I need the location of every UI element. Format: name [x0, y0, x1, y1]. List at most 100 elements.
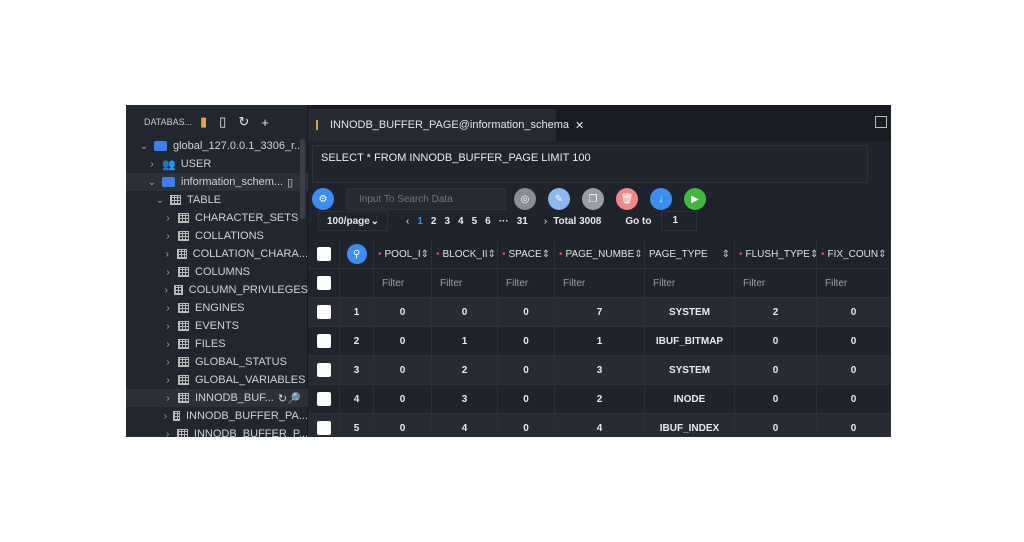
column-header[interactable]: • FIX_COUN ⇕ [817, 240, 891, 268]
chevron-down-icon[interactable]: ⌄ [138, 141, 150, 152]
table-node[interactable]: › EVENTS [126, 317, 308, 335]
row-checkbox[interactable] [316, 421, 331, 435]
chevron-right-icon[interactable]: › [162, 375, 174, 386]
table-node[interactable]: › CHARACTER_SETS [126, 209, 308, 227]
page-6[interactable]: 6 [485, 216, 491, 227]
page-4[interactable]: 4 [458, 216, 464, 227]
sort-icon[interactable]: ⇕ [878, 249, 886, 260]
sql-editor[interactable]: SELECT * FROM INNODB_BUFFER_PAGE LIMIT 1… [312, 145, 868, 183]
chevron-down-icon[interactable]: ⌄ [146, 177, 158, 188]
select-all-checkbox[interactable] [316, 247, 331, 261]
page-size-select[interactable]: 100/page ⌄ [318, 211, 388, 231]
new-query-icon[interactable]: ▮ [200, 114, 207, 130]
prev-page-button[interactable]: ‹ [406, 216, 409, 227]
chevron-right-icon[interactable]: › [162, 411, 169, 422]
page-3[interactable]: 3 [444, 216, 450, 227]
chevron-right-icon[interactable]: › [162, 339, 174, 350]
filter-input[interactable]: Filter [498, 269, 555, 297]
add-icon[interactable]: + [261, 115, 269, 130]
run-button[interactable]: ▶ [684, 188, 706, 210]
row-checkbox[interactable] [316, 334, 331, 348]
chevron-right-icon[interactable]: › [162, 285, 170, 296]
filter-input[interactable]: Filter [645, 269, 735, 297]
chevron-right-icon[interactable]: › [162, 267, 174, 278]
column-header[interactable]: • BLOCK_II ⇕ [432, 240, 498, 268]
table-node[interactable]: › INNODB_BUFFER_PA... [126, 407, 308, 425]
sort-icon[interactable]: ⇕ [810, 249, 816, 260]
page-2[interactable]: 2 [431, 216, 437, 227]
row-checkbox[interactable] [316, 392, 331, 406]
page-1[interactable]: 1 [417, 216, 423, 227]
page-31[interactable]: 31 [517, 216, 528, 227]
filter-input[interactable]: Filter [374, 269, 432, 297]
table-node[interactable]: › INNODB_BUFFER_P... [126, 425, 308, 437]
table-row[interactable]: 5 0 4 0 4 IBUF_INDEX 0 0 [308, 414, 891, 437]
table-node[interactable]: › COLLATION_CHARA... [126, 245, 308, 263]
chevron-right-icon[interactable]: › [162, 213, 174, 224]
filter-input[interactable]: Filter [432, 269, 498, 297]
row-checkbox[interactable] [316, 305, 331, 319]
search-input[interactable] [346, 188, 506, 210]
refresh-icon[interactable]: ↻ [278, 392, 287, 405]
edit-icon[interactable]: ▯ [219, 114, 226, 130]
target-button[interactable]: ◎ [514, 188, 536, 210]
chevron-right-icon[interactable]: › [162, 321, 174, 332]
page-ellipsis[interactable]: ··· [499, 216, 509, 227]
table-node[interactable]: › GLOBAL_VARIABLES [126, 371, 308, 389]
refresh-icon[interactable]: ↻ [238, 114, 249, 130]
new-query-icon[interactable]: ▯ [287, 176, 293, 189]
chevron-down-icon[interactable]: ⌄ [154, 195, 166, 206]
user-node[interactable]: › 👥 USER [126, 155, 308, 173]
column-header[interactable]: • PAGE_NUMBE ⇕ [555, 240, 645, 268]
schema-node[interactable]: ⌄ information_schem... ▯ [126, 173, 308, 191]
table-row[interactable]: 3 0 2 0 3 SYSTEM 0 0 [308, 356, 891, 385]
filter-input[interactable]: Filter [555, 269, 645, 297]
table-node[interactable]: › COLLATIONS [126, 227, 308, 245]
table-node[interactable]: › GLOBAL_STATUS [126, 353, 308, 371]
column-header[interactable]: • POOL_I ⇕ [374, 240, 432, 268]
table-row[interactable]: 4 0 3 0 2 INODE 0 0 [308, 385, 891, 414]
chevron-right-icon[interactable]: › [162, 393, 174, 404]
connection-node[interactable]: ⌄ global_127.0.0.1_3306_r... [126, 137, 308, 155]
edit-button[interactable]: ✎ [548, 188, 570, 210]
filter-input[interactable]: Filter [735, 269, 817, 297]
sort-icon[interactable]: ⇕ [634, 249, 642, 260]
search-columns-button[interactable]: ⚲ [346, 244, 367, 264]
delete-button[interactable]: 🗑 [616, 188, 638, 210]
table-node[interactable]: › COLUMN_PRIVILEGES [126, 281, 308, 299]
sort-icon[interactable]: ⇕ [488, 249, 496, 260]
chevron-right-icon[interactable]: › [162, 429, 173, 438]
tab-innodb-buffer-page[interactable]: INNODB_BUFFER_PAGE@information_schema ✕ [308, 109, 584, 141]
sort-icon[interactable]: ⇕ [722, 249, 730, 260]
sort-icon[interactable]: ⇕ [421, 249, 429, 260]
column-header[interactable]: • SPACE ⇕ [498, 240, 555, 268]
sort-icon[interactable]: ⇕ [542, 249, 550, 260]
row-checkbox[interactable] [316, 363, 331, 377]
table-group-node[interactable]: ⌄ TABLE [126, 191, 308, 209]
table-node[interactable]: › ENGINES [126, 299, 308, 317]
column-header[interactable]: PAGE_TYPE ⇕ [645, 240, 735, 268]
next-page-button[interactable]: › [544, 216, 547, 227]
goto-input[interactable]: 1 [661, 211, 698, 231]
close-icon[interactable]: ✕ [575, 119, 584, 132]
chevron-right-icon[interactable]: › [162, 231, 174, 242]
download-button[interactable]: ↓ [650, 188, 672, 210]
table-node[interactable]: › FILES [126, 335, 308, 353]
sidebar-scrollbar[interactable] [300, 139, 305, 219]
table-node[interactable]: › COLUMNS [126, 263, 308, 281]
chevron-right-icon[interactable]: › [146, 159, 158, 170]
chevron-right-icon[interactable]: › [162, 357, 174, 368]
settings-button[interactable]: ⚙ [312, 188, 334, 210]
search-icon[interactable]: 🔎 [287, 392, 301, 405]
chevron-right-icon[interactable]: › [162, 303, 174, 314]
row-checkbox[interactable] [316, 276, 331, 290]
copy-button[interactable]: ❐ [582, 188, 604, 210]
table-row[interactable]: 2 0 1 0 1 IBUF_BITMAP 0 0 [308, 327, 891, 356]
split-view-icon[interactable] [875, 116, 887, 128]
filter-input[interactable]: Filter [817, 269, 891, 297]
table-node[interactable]: › INNODB_BUF... ↻ 🔎 [126, 389, 308, 407]
table-row[interactable]: 1 0 0 0 7 SYSTEM 2 0 [308, 298, 891, 327]
chevron-right-icon[interactable]: › [162, 249, 173, 260]
page-5[interactable]: 5 [472, 216, 478, 227]
column-header[interactable]: •FLUSH_TYPE⇕ [735, 240, 817, 268]
